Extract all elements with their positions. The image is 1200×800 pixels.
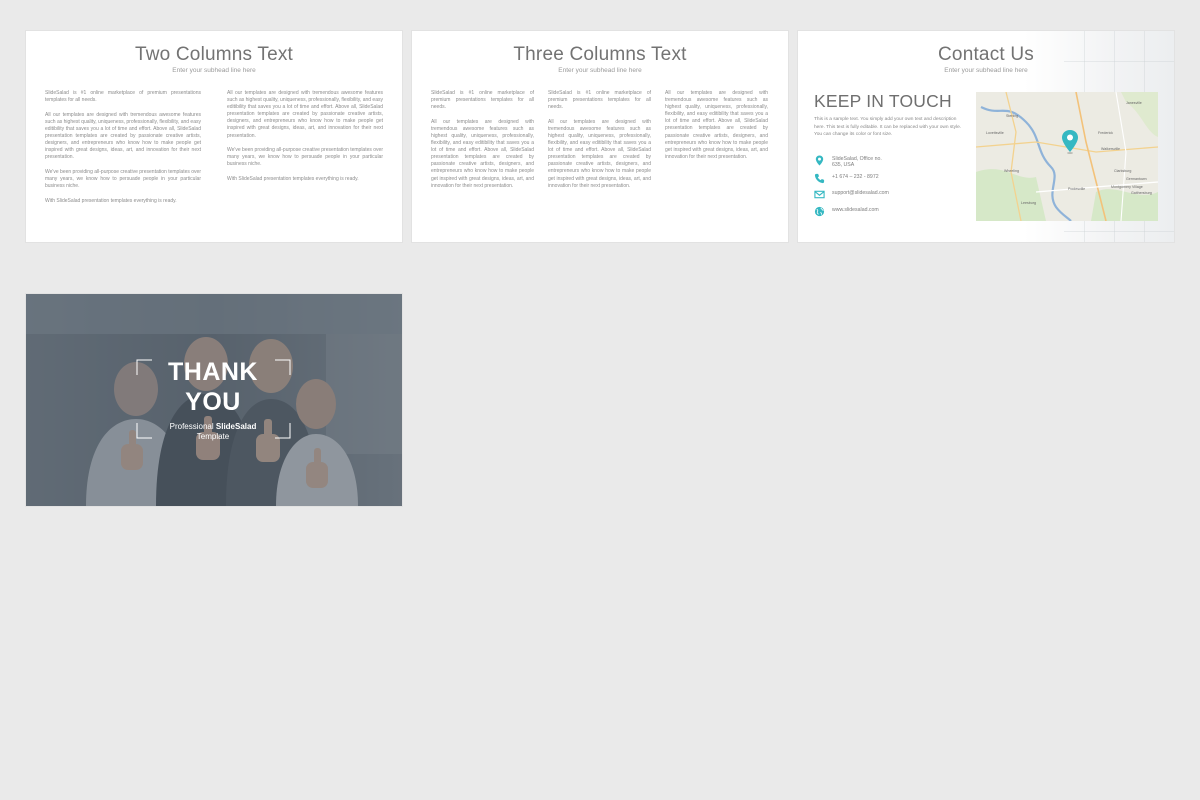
map-label: Walkersville <box>1101 147 1120 151</box>
email-address[interactable]: support@slidesalad.com <box>832 189 889 196</box>
slide-two-columns-text[interactable]: Two Columns Text Enter your subhead line… <box>26 31 402 242</box>
slide-title: Two Columns Text <box>134 44 294 65</box>
text-column-left: SlideSalad is #1 online marketplace of p… <box>45 90 201 212</box>
email-row: support@slidesalad.com <box>814 189 889 200</box>
thank-heading: THANK <box>168 358 258 386</box>
tagline-line-1: Professional SlideSalad <box>136 422 290 431</box>
text-column-3: All our templates are designed with trem… <box>665 90 768 168</box>
email-icon <box>814 190 825 199</box>
slide-title: Contact Us <box>938 44 1034 65</box>
text-column-2: SlideSalad is #1 online marketplace of p… <box>548 90 651 197</box>
paragraph: SlideSalad is #1 online marketplace of p… <box>431 90 534 111</box>
map-label: Sterling <box>1006 114 1018 118</box>
phone-number: +1 674 – 232 - 8972 <box>832 174 879 180</box>
map-label: Clarksburg <box>1114 169 1131 173</box>
paragraph: We've been providing all-purpose creativ… <box>227 147 383 168</box>
location-map[interactable]: Sterling Janesville Lovettsville Wheelin… <box>976 92 1158 221</box>
tagline-prefix: Professional <box>169 422 214 431</box>
paragraph: With SlideSalad presentation templates e… <box>227 175 359 182</box>
paragraph: With SlideSalad presentation templates e… <box>45 197 177 204</box>
you-heading: YOU <box>185 388 241 416</box>
paragraph: SlideSalad is #1 online marketplace of p… <box>45 90 201 104</box>
keep-in-touch-heading: KEEP IN TOUCH <box>814 91 952 111</box>
map-label: Janesville <box>1126 101 1142 105</box>
map-label: Lovettsville <box>986 131 1004 135</box>
slide-title: Three Columns Text <box>513 44 687 65</box>
tagline-line-2: Template <box>196 432 230 441</box>
tagline-brand: SlideSalad <box>215 422 257 431</box>
website-url[interactable]: www.slidesalad.com <box>832 206 879 213</box>
phone-row: +1 674 – 232 - 8972 <box>814 173 879 184</box>
location-pin-icon <box>815 155 824 166</box>
text-column-1: SlideSalad is #1 online marketplace of p… <box>431 90 534 197</box>
contact-description: This is a sample text. You simply add yo… <box>814 117 962 137</box>
address-line-2: 635, USA <box>832 162 855 169</box>
paragraph: All our templates are designed with trem… <box>431 118 534 189</box>
map-label: Wheeling <box>1004 169 1019 173</box>
website-row: www.slidesalad.com <box>814 206 879 217</box>
paragraph: We've been providing all-purpose creativ… <box>45 168 201 190</box>
map-graphic: Sterling Janesville Lovettsville Wheelin… <box>976 92 1158 221</box>
map-label: Montgomery Village <box>1111 185 1143 189</box>
paragraph: All our templates are designed with trem… <box>45 111 201 161</box>
map-label: Poolesville <box>1068 187 1085 191</box>
globe-icon <box>814 206 825 217</box>
map-label: Gaithersburg <box>1131 191 1152 195</box>
slide-subtitle: Enter your subhead line here <box>172 67 256 74</box>
paragraph: SlideSalad is #1 online marketplace of p… <box>548 90 651 111</box>
paragraph: All our templates are designed with trem… <box>227 90 383 139</box>
address-row: SlideSalad, Office no. 635, USA <box>814 155 882 169</box>
slide-subtitle: Enter your subhead line here <box>558 67 642 74</box>
map-label: Frederick <box>1098 131 1113 135</box>
phone-icon <box>814 173 825 184</box>
slide-subtitle: Enter your subhead line here <box>944 67 1028 74</box>
map-label: Germantown <box>1126 177 1147 181</box>
slide-three-columns-text[interactable]: Three Columns Text Enter your subhead li… <box>412 31 788 242</box>
paragraph: All our templates are designed with trem… <box>548 118 651 189</box>
paragraph: All our templates are designed with trem… <box>665 90 768 160</box>
map-label: Leesburg <box>1021 201 1036 205</box>
text-column-right: All our templates are designed with trem… <box>227 90 383 191</box>
slide-contact-us[interactable]: Contact Us Enter your subhead line here … <box>798 31 1174 242</box>
slide-thank-you[interactable]: THANK YOU Professional SlideSalad Templa… <box>26 294 402 506</box>
